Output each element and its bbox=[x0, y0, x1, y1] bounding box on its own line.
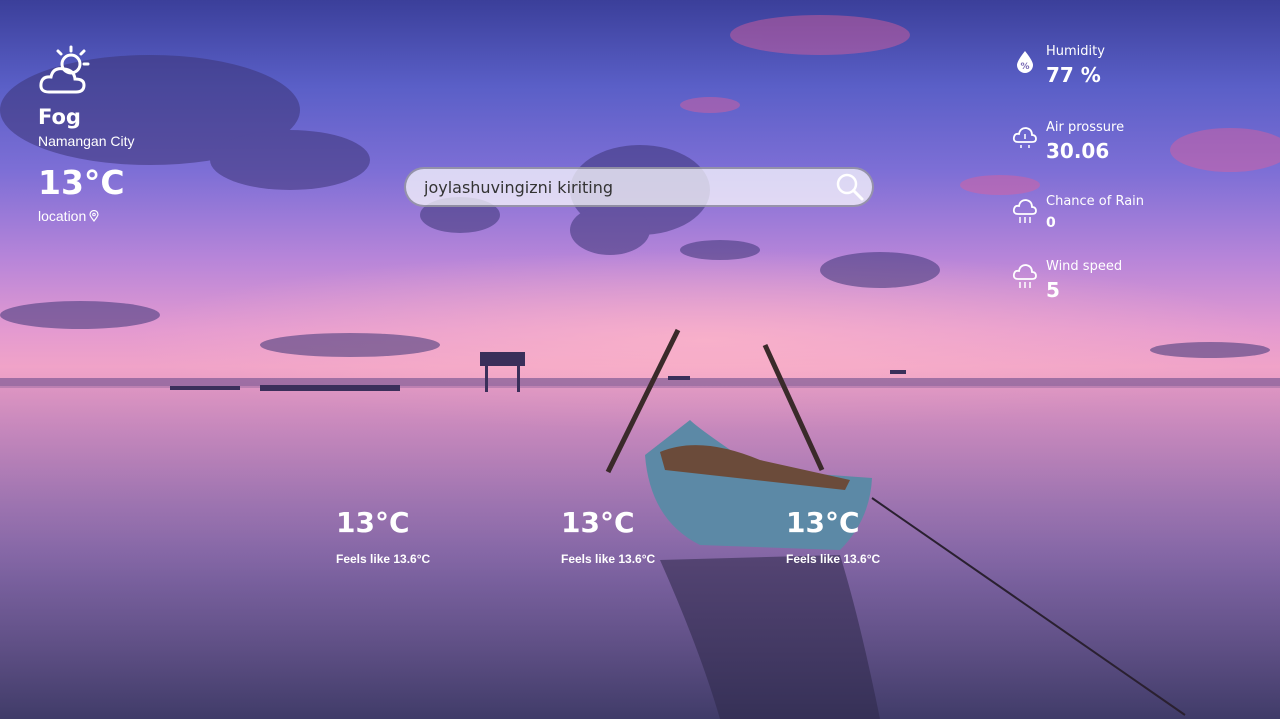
forecast-item: 13°C Feels like 13.6°C bbox=[336, 506, 496, 566]
city-name: Namangan City bbox=[38, 133, 135, 149]
forecast-item: 13°C Feels like 13.6°C bbox=[786, 506, 946, 566]
search-input[interactable] bbox=[406, 176, 828, 198]
stat-value: 77 % bbox=[1046, 63, 1101, 87]
search-bar bbox=[404, 167, 874, 207]
humidity-drop-icon: % bbox=[1017, 51, 1033, 73]
forecast-feels-like: Feels like 13.6°C bbox=[786, 552, 881, 566]
stat-label: Humidity bbox=[1046, 44, 1105, 59]
current-weather: Fog Namangan City 13°C location bbox=[38, 44, 238, 224]
forecast-item: 13°C Feels like 13.6°C bbox=[561, 506, 721, 566]
forecast-temperature: 13°C bbox=[786, 506, 860, 539]
rain-cloud-icon bbox=[1012, 264, 1037, 288]
weather-condition: Fog bbox=[38, 105, 81, 129]
forecast-feels-like: Feels like 13.6°C bbox=[336, 552, 431, 566]
stat-value: 30.06 bbox=[1046, 139, 1110, 163]
sun-cloud-icon bbox=[39, 45, 90, 94]
weather-app: Fog Namangan City 13°C location % H bbox=[0, 0, 1280, 719]
map-pin-icon bbox=[89, 210, 99, 222]
stat-label: Chance of Rain bbox=[1046, 194, 1145, 209]
search-icon bbox=[836, 173, 864, 201]
forecast-temperature: 13°C bbox=[336, 506, 410, 539]
cloud-pressure-icon bbox=[1012, 127, 1037, 148]
stat-value: 0 bbox=[1046, 215, 1056, 231]
stat-label: Air prossure bbox=[1046, 120, 1125, 135]
forecast-feels-like: Feels like 13.6°C bbox=[561, 552, 656, 566]
svg-text:%: % bbox=[1020, 62, 1029, 72]
location-label: location bbox=[38, 208, 87, 224]
stat-value: 5 bbox=[1046, 278, 1060, 302]
search-button[interactable] bbox=[828, 169, 872, 205]
rain-cloud-icon bbox=[1012, 199, 1037, 223]
location-link[interactable]: location bbox=[38, 208, 238, 224]
stat-label: Wind speed bbox=[1046, 259, 1123, 274]
current-temperature: 13°C bbox=[38, 163, 125, 202]
forecast-temperature: 13°C bbox=[561, 506, 635, 539]
